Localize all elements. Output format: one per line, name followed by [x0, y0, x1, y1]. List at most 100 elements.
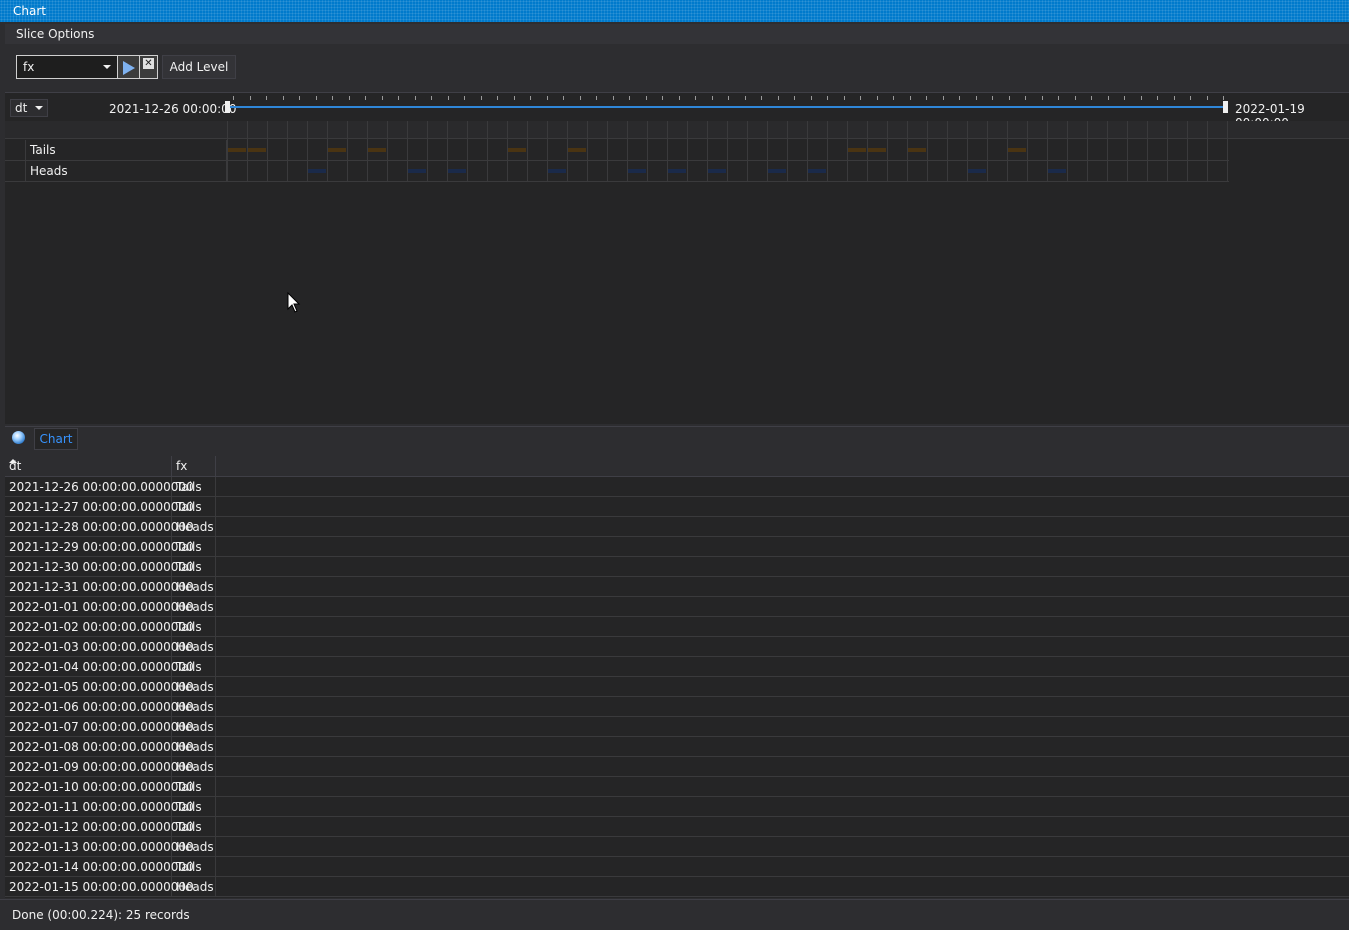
column-header-dt[interactable]: dt [5, 456, 172, 477]
table-row[interactable]: 2022-01-14 00:00:00.0000000 Tails [5, 857, 1349, 877]
cell-fx[interactable]: Heads [172, 597, 216, 617]
chart-mark-tails[interactable] [508, 148, 526, 152]
cell-fx[interactable]: Tails [172, 617, 216, 637]
cell-dt[interactable]: 2022-01-01 00:00:00.0000000 [5, 597, 194, 617]
cell-fx[interactable]: Tails [172, 857, 216, 877]
cell-dt[interactable]: 2022-01-14 00:00:00.0000000 [5, 857, 194, 877]
chart-mark-heads[interactable] [628, 169, 646, 173]
chart-mark-heads[interactable] [448, 169, 466, 173]
chart-mark-heads[interactable] [548, 169, 566, 173]
table-row[interactable]: 2022-01-04 00:00:00.0000000 Tails [5, 657, 1349, 677]
cell-dt[interactable]: 2022-01-10 00:00:00.0000000 [5, 777, 194, 797]
cell-dt[interactable]: 2022-01-15 00:00:00.0000000 [5, 877, 194, 897]
cell-fx[interactable]: Heads [172, 717, 216, 737]
table-row[interactable]: 2022-01-02 00:00:00.0000000 Tails [5, 617, 1349, 637]
chart-mark-tails[interactable] [848, 148, 866, 152]
table-row[interactable]: 2022-01-12 00:00:00.0000000 Tails [5, 817, 1349, 837]
cell-dt[interactable]: 2022-01-06 00:00:00.0000000 [5, 697, 194, 717]
cell-dt[interactable]: 2021-12-28 00:00:00.0000000 [5, 517, 194, 537]
table-row[interactable]: 2021-12-28 00:00:00.0000000 Heads [5, 517, 1349, 537]
cell-fx[interactable]: Tails [172, 797, 216, 817]
chart-mark-tails[interactable] [248, 148, 266, 152]
table-row[interactable]: 2021-12-27 00:00:00.0000000 Tails [5, 497, 1349, 517]
cell-fx[interactable]: Heads [172, 837, 216, 857]
cell-fx[interactable]: Heads [172, 757, 216, 777]
chart-mark-tails[interactable] [568, 148, 586, 152]
table-row[interactable]: 2022-01-07 00:00:00.0000000 Heads [5, 717, 1349, 737]
cell-dt[interactable]: 2022-01-05 00:00:00.0000000 [5, 677, 194, 697]
cell-dt[interactable]: 2021-12-30 00:00:00.0000000 [5, 557, 194, 577]
cell-fx[interactable]: Heads [172, 877, 216, 897]
table-row[interactable]: 2022-01-01 00:00:00.0000000 Heads [5, 597, 1349, 617]
cell-dt[interactable]: 2021-12-26 00:00:00.0000000 [5, 477, 194, 497]
table-row[interactable]: 2021-12-26 00:00:00.0000000 Tails [5, 477, 1349, 497]
cell-fx[interactable]: Tails [172, 777, 216, 797]
cell-dt[interactable]: 2022-01-04 00:00:00.0000000 [5, 657, 194, 677]
cell-dt[interactable]: 2022-01-07 00:00:00.0000000 [5, 717, 194, 737]
apply-button[interactable] [118, 55, 140, 79]
cell-fx[interactable]: Tails [172, 817, 216, 837]
column-header-fx[interactable]: fx [172, 456, 216, 477]
cell-dt[interactable]: 2022-01-11 00:00:00.0000000 [5, 797, 194, 817]
cell-dt[interactable]: 2022-01-13 00:00:00.0000000 [5, 837, 194, 857]
range-end-handle[interactable] [1223, 101, 1228, 113]
table-row[interactable]: 2021-12-30 00:00:00.0000000 Tails [5, 557, 1349, 577]
chart-mark-heads[interactable] [408, 169, 426, 173]
cell-fx[interactable]: Heads [172, 577, 216, 597]
chart-mark-heads[interactable] [708, 169, 726, 173]
chart-mark-heads[interactable] [668, 169, 686, 173]
chart-mark-tails[interactable] [1008, 148, 1026, 152]
cell-dt[interactable]: 2021-12-31 00:00:00.0000000 [5, 577, 194, 597]
add-level-button[interactable]: Add Level [162, 55, 236, 79]
cell-fx[interactable]: Heads [172, 637, 216, 657]
field-select[interactable]: fx [16, 55, 118, 79]
tab-chart[interactable]: Chart [34, 428, 78, 450]
cell-fx[interactable]: Heads [172, 737, 216, 757]
axis-field-select[interactable]: dt [10, 99, 48, 117]
table-row[interactable]: 2022-01-15 00:00:00.0000000 Heads [5, 877, 1349, 897]
remove-level-button[interactable]: ✕ [140, 55, 158, 79]
cell-dt[interactable]: 2022-01-09 00:00:00.0000000 [5, 757, 194, 777]
table-row[interactable]: 2021-12-29 00:00:00.0000000 Tails [5, 537, 1349, 557]
timeline-tick [596, 96, 597, 100]
chart-mark-tails[interactable] [908, 148, 926, 152]
cell-dt[interactable]: 2022-01-03 00:00:00.0000000 [5, 637, 194, 657]
cell-dt[interactable]: 2022-01-02 00:00:00.0000000 [5, 617, 194, 637]
table-row[interactable]: 2022-01-11 00:00:00.0000000 Tails [5, 797, 1349, 817]
cell-fx[interactable]: Tails [172, 657, 216, 677]
cell-dt[interactable]: 2021-12-29 00:00:00.0000000 [5, 537, 194, 557]
chart-mark-tails[interactable] [328, 148, 346, 152]
chart-mark-tails[interactable] [868, 148, 886, 152]
cell-dt[interactable]: 2022-01-12 00:00:00.0000000 [5, 817, 194, 837]
cell-dt[interactable]: 2022-01-08 00:00:00.0000000 [5, 737, 194, 757]
chart-mark-heads[interactable] [968, 169, 986, 173]
table-row[interactable]: 2022-01-06 00:00:00.0000000 Heads [5, 697, 1349, 717]
cell-fx[interactable]: Tails [172, 477, 216, 497]
chart-mark-tails[interactable] [368, 148, 386, 152]
result-tabs: Chart [5, 426, 1349, 450]
table-row[interactable]: 2022-01-03 00:00:00.0000000 Heads [5, 637, 1349, 657]
cell-dt[interactable]: 2021-12-27 00:00:00.0000000 [5, 497, 194, 517]
cell-fx[interactable]: Heads [172, 697, 216, 717]
cell-fx[interactable]: Tails [172, 537, 216, 557]
chart-mark-heads[interactable] [808, 169, 826, 173]
chart-mark-heads[interactable] [308, 169, 326, 173]
chart-mark-heads[interactable] [1048, 169, 1066, 173]
slice-options-header[interactable]: Slice Options [5, 24, 1349, 44]
table-row[interactable]: 2022-01-08 00:00:00.0000000 Heads [5, 737, 1349, 757]
timeline-range-slider[interactable] [225, 93, 1229, 121]
table-row[interactable]: 2021-12-31 00:00:00.0000000 Heads [5, 577, 1349, 597]
table-row[interactable]: 2022-01-10 00:00:00.0000000 Tails [5, 777, 1349, 797]
chart-mark-heads[interactable] [768, 169, 786, 173]
chart-mark-tails[interactable] [228, 148, 246, 152]
timeline-track [227, 106, 1223, 108]
cell-fx[interactable]: Heads [172, 677, 216, 697]
cell-fx[interactable]: Tails [172, 497, 216, 517]
table-row[interactable]: 2022-01-05 00:00:00.0000000 Heads [5, 677, 1349, 697]
cell-fx[interactable]: Heads [172, 517, 216, 537]
cell-fx[interactable]: Tails [172, 557, 216, 577]
table-row[interactable]: 2022-01-13 00:00:00.0000000 Heads [5, 837, 1349, 857]
range-start-handle[interactable] [225, 101, 230, 113]
table-row[interactable]: 2022-01-09 00:00:00.0000000 Heads [5, 757, 1349, 777]
results-table: dt fx 2021-12-26 00:00:00.0000000 Tails 20… [5, 456, 1349, 898]
